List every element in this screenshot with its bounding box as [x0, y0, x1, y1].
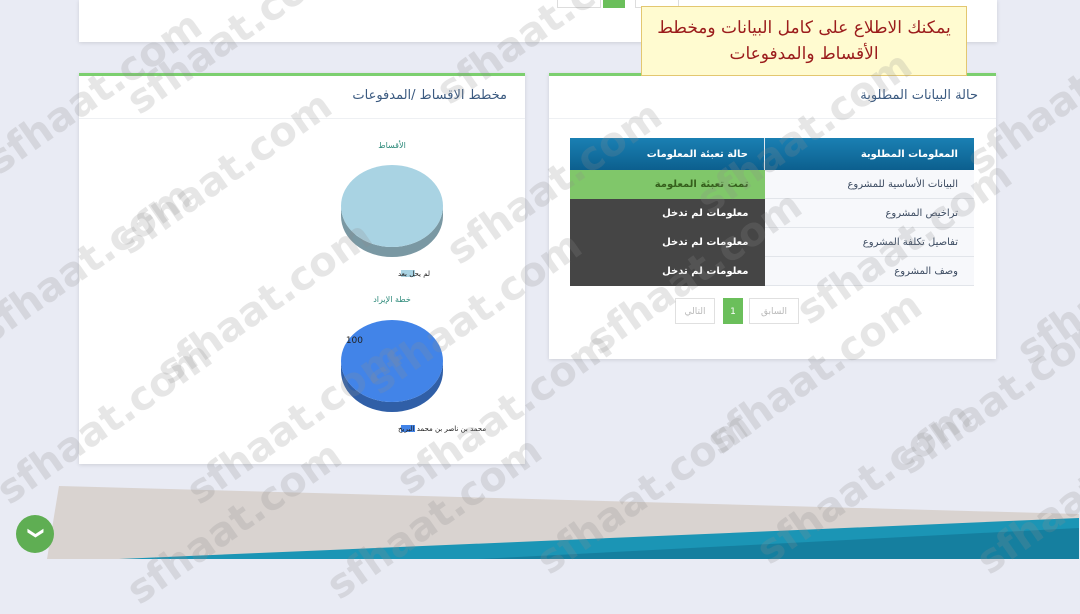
column-header-fill-status: حالة تعبئة المعلومات — [571, 138, 766, 170]
table-cell-item[interactable]: وصف المشروع — [765, 256, 975, 286]
table-row[interactable]: البيانات الأساسية للمشروع تمت تعبئة المع… — [571, 170, 975, 199]
legend-label: محمد بن ناصر بن محمد البريخ — [399, 425, 487, 433]
required-data-panel: حالة البيانات المطلوبة المعلومات المطلوب… — [550, 73, 997, 359]
installments-panel: مخطط الاقساط /المدفوعات الأقساط لم يحل بع… — [80, 73, 526, 464]
pie-chart: خطة الإيراد 100 محمد بن ناصر بن محمد البري… — [342, 295, 487, 433]
status-cell-missing: معلومات لم تدخل — [571, 227, 766, 257]
status-cell-missing: معلومات لم تدخل — [571, 198, 766, 228]
table-cell-item[interactable]: تراخيص المشروع — [765, 198, 975, 228]
annotation-note: يمكنك الاطلاع على كامل البيانات ومخطط ال… — [642, 6, 968, 76]
table-row[interactable]: تراخيص المشروع معلومات لم تدخل — [571, 198, 975, 228]
table-row[interactable]: وصف المشروع معلومات لم تدخل — [571, 256, 975, 286]
table-cell-item[interactable]: تفاصيل تكلفة المشروع — [765, 227, 975, 257]
annotation-line-2: الأقساط والمدفوعات — [730, 44, 880, 64]
status-cell-missing: معلومات لم تدخل — [571, 256, 766, 286]
chevron-up-icon: ❯ — [26, 526, 45, 540]
footer-decoration — [48, 486, 1080, 559]
annotation-line-1: يمكنك الاطلاع على كامل البيانات ومخطط — [658, 18, 952, 38]
slice-value-label: 100 — [347, 336, 364, 346]
status-cell-filled: تمت تعبئة المعلومة — [571, 170, 766, 199]
column-header-required-info: المعلومات المطلوبة — [765, 138, 975, 170]
table-row[interactable]: تفاصيل تكلفة المشروع معلومات لم تدخل — [571, 227, 975, 257]
pie-slice[interactable] — [342, 320, 444, 402]
panel-title: حالة البيانات المطلوبة — [861, 88, 979, 103]
scroll-to-top-button[interactable]: ❯ — [17, 515, 55, 553]
table-header-row: المعلومات المطلوبة حالة تعبئة المعلومات — [571, 138, 975, 170]
pagination-next-button[interactable]: التالي — [676, 298, 716, 324]
pie-chart: الأقساط لم يحل بعد — [342, 140, 444, 278]
table-cell-item[interactable]: البيانات الأساسية للمشروع — [765, 170, 975, 199]
pie-slice[interactable] — [342, 165, 444, 247]
watermark: sfhaat.com — [1009, 192, 1080, 374]
chart-title: خطة الإيراد — [374, 295, 412, 305]
required-data-table: المعلومات المطلوبة حالة تعبئة المعلومات … — [571, 138, 975, 286]
pagination-current-page[interactable]: 1 — [724, 298, 744, 324]
top-pagination-current[interactable] — [604, 0, 626, 8]
pagination-prev-button[interactable]: السابق — [750, 298, 800, 324]
legend-label: لم يحل بعد — [399, 270, 431, 278]
chart-title: الأقساط — [379, 140, 407, 150]
pagination: السابق 1 التالي — [676, 298, 800, 324]
top-pagination-next[interactable] — [558, 0, 602, 8]
panel-divider — [550, 118, 997, 119]
installments-charts: الأقساط لم يحل بعد خطة الإيراد 100 محمد بن ن… — [342, 140, 487, 433]
